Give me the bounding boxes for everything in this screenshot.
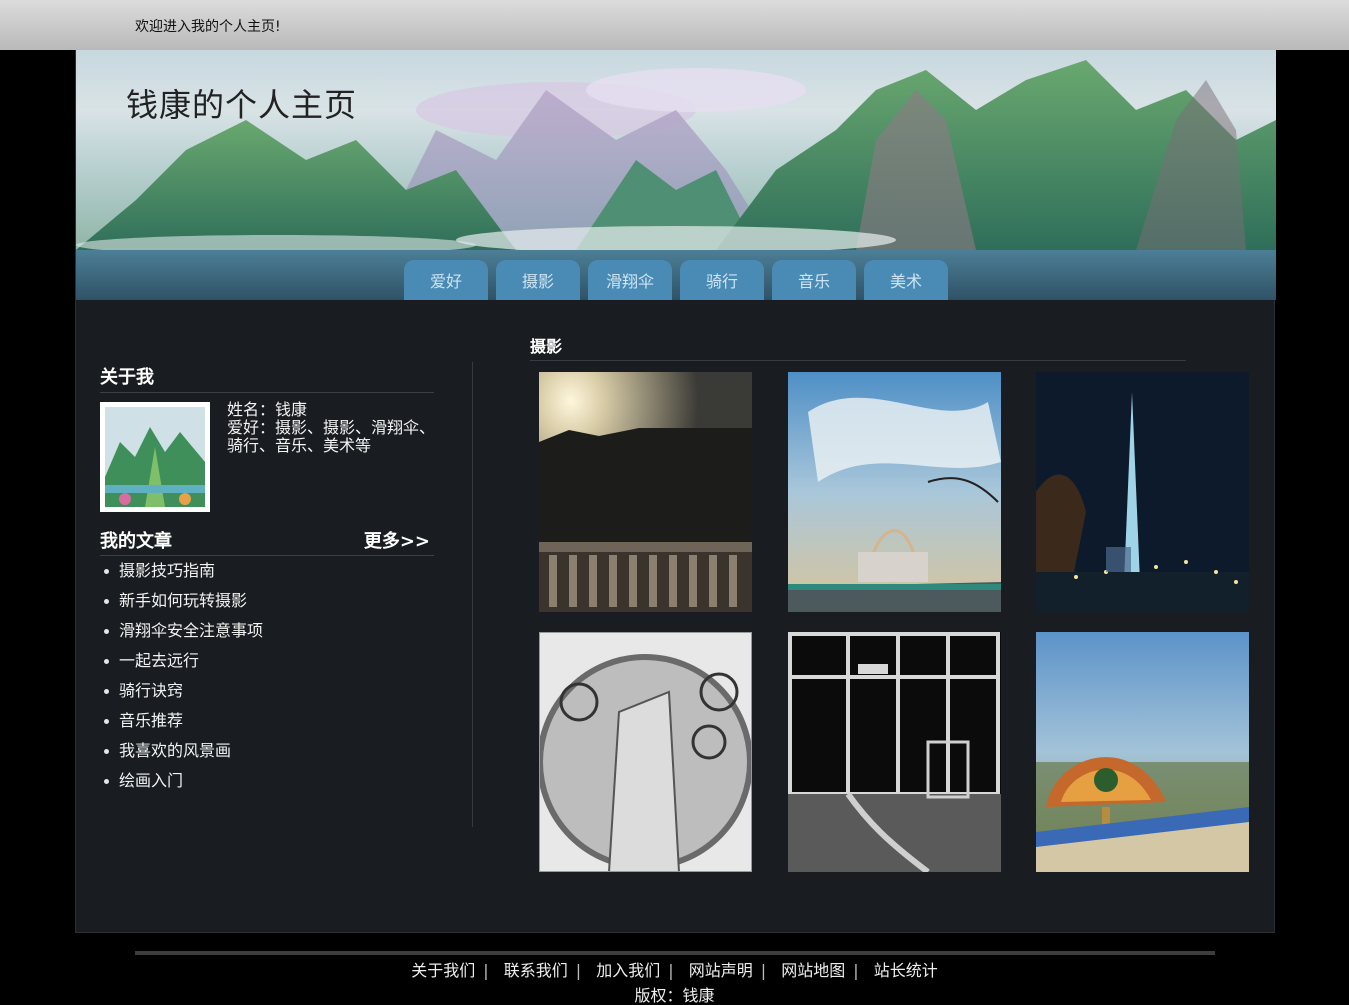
articles-heading: 我的文章 <box>100 531 172 552</box>
photo-tile[interactable] <box>539 632 752 872</box>
copyright-text: 版权：钱康 <box>634 986 715 1005</box>
footer-separator: | <box>483 961 489 980</box>
profile-name: 姓名：钱康 <box>227 400 308 419</box>
nav-tab-hobbies[interactable]: 爱好 <box>404 260 488 300</box>
photography-heading: 摄影 <box>530 333 1186 361</box>
nav-tab-cycling[interactable]: 骑行 <box>680 260 764 300</box>
main-nav: 爱好 摄影 滑翔伞 骑行 音乐 美术 <box>76 250 1276 300</box>
avatar-landscape-image <box>105 407 205 507</box>
footer-links: 关于我们 | 联系我们 | 加入我们 | 网站声明 | 网站地图 | 站长统计 <box>0 957 1349 981</box>
article-link[interactable]: 我喜欢的风景画 <box>100 740 434 770</box>
article-link[interactable]: 摄影技巧指南 <box>100 560 434 590</box>
profile-info: 姓名：钱康 爱好：摄影、摄影、滑翔伞、骑行、音乐、美术等 <box>227 401 442 455</box>
footer-link-stats[interactable]: 站长统计 <box>874 961 938 980</box>
night-spire-photo <box>1036 372 1249 612</box>
nav-tab-art[interactable]: 美术 <box>864 260 948 300</box>
nav-tabs: 爱好 摄影 滑翔伞 骑行 音乐 美术 <box>404 260 948 300</box>
top-welcome-bar: 欢迎进入我的个人主页! <box>0 0 1349 50</box>
profile-hobbies: 爱好：摄影、摄影、滑翔伞、骑行、音乐、美术等 <box>227 418 436 455</box>
article-link[interactable]: 一起去远行 <box>100 650 434 680</box>
photo-tile[interactable] <box>539 372 752 612</box>
articles-more-link[interactable]: 更多>> <box>364 527 430 553</box>
articles-header: 我的文章 更多>> <box>100 527 434 556</box>
glass-door-photo <box>788 632 1001 872</box>
sunset-balcony-photo <box>539 372 752 612</box>
footer-link-sitemap[interactable]: 网站地图 <box>781 961 845 980</box>
footer-separator: | <box>575 961 582 980</box>
footer-link-join[interactable]: 加入我们 <box>596 961 660 980</box>
bicycle-fisheye-photo <box>539 632 752 872</box>
header-banner: 钱康的个人主页 <box>76 50 1276 250</box>
article-link[interactable]: 新手如何玩转摄影 <box>100 590 434 620</box>
tiffany-lamp-photo <box>1036 632 1249 872</box>
nav-tab-music[interactable]: 音乐 <box>772 260 856 300</box>
footer-separator: | <box>668 961 674 980</box>
article-link[interactable]: 绘画入门 <box>100 770 434 800</box>
footer-link-statement[interactable]: 网站声明 <box>689 961 753 980</box>
page-container: 钱康的个人主页 爱好 摄影 滑翔伞 骑行 音乐 美术 关于我 姓名：钱康 爱好：… <box>75 50 1276 933</box>
nav-tab-paragliding[interactable]: 滑翔伞 <box>588 260 672 300</box>
footer-link-about[interactable]: 关于我们 <box>411 961 475 980</box>
articles-list: 摄影技巧指南 新手如何玩转摄影 滑翔伞安全注意事项 一起去远行 骑行诀窍 音乐推… <box>100 560 434 800</box>
nav-tab-photography[interactable]: 摄影 <box>496 260 580 300</box>
photo-tile[interactable] <box>788 372 1001 612</box>
welcome-text: 欢迎进入我的个人主页! <box>135 19 281 35</box>
footer-divider <box>135 951 1215 955</box>
article-link[interactable]: 音乐推荐 <box>100 710 434 740</box>
article-link[interactable]: 骑行诀窍 <box>100 680 434 710</box>
site-title: 钱康的个人主页 <box>126 86 358 124</box>
rainbow-bridge-photo <box>788 372 1001 612</box>
photo-tile[interactable] <box>1036 632 1249 872</box>
footer-separator: | <box>760 961 767 980</box>
photo-tile[interactable] <box>1036 372 1249 612</box>
article-link[interactable]: 滑翔伞安全注意事项 <box>100 620 434 650</box>
column-divider <box>472 362 473 827</box>
footer-link-contact[interactable]: 联系我们 <box>504 961 568 980</box>
photo-tile[interactable] <box>788 632 1001 872</box>
avatar <box>100 402 210 512</box>
footer-separator: | <box>853 961 859 980</box>
about-me-heading: 关于我 <box>100 363 434 393</box>
